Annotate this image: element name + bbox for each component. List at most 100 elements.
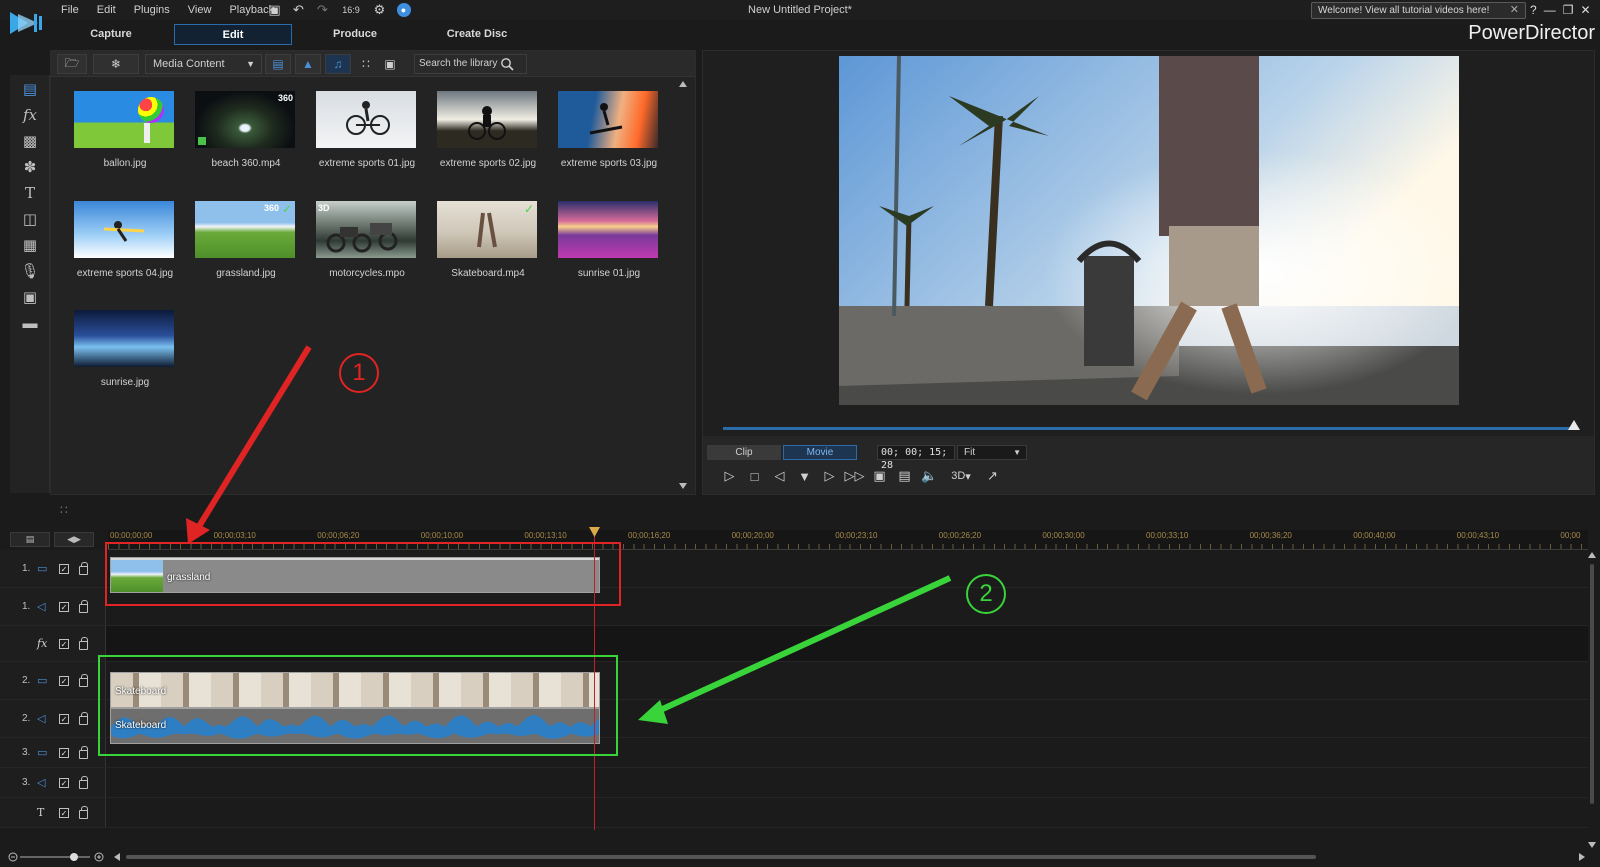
menu-view[interactable]: View xyxy=(179,0,221,20)
menu-plugins[interactable]: Plugins xyxy=(125,0,179,20)
chapter-room-icon[interactable]: ▣ xyxy=(19,287,41,307)
particle-room-icon[interactable]: ✽ xyxy=(19,157,41,177)
fx-room-icon[interactable]: fx xyxy=(19,105,41,125)
library-scrollbar[interactable] xyxy=(676,79,690,492)
welcome-banner[interactable]: Welcome! View all tutorial videos here! … xyxy=(1311,2,1526,19)
volume-icon[interactable]: 🔈 xyxy=(921,468,938,485)
library-menu-icon[interactable]: ▣ xyxy=(379,54,401,74)
media-item-label: extreme sports 03.jpg xyxy=(560,158,658,169)
pip-objects-room-icon[interactable]: ▩ xyxy=(19,131,41,151)
voice-over-room-icon[interactable]: 🎙 xyxy=(19,261,41,281)
subtitles-icon[interactable]: ▤ xyxy=(896,468,913,485)
media-item[interactable]: sunrise.jpg xyxy=(64,310,176,410)
media-item[interactable]: sunrise 01.jpg xyxy=(548,201,660,301)
lock-icon[interactable] xyxy=(79,562,88,575)
transition-room-icon[interactable]: ◫ xyxy=(19,209,41,229)
audio-mixing-room-icon[interactable]: ▦ xyxy=(19,235,41,255)
timecode-display[interactable]: 00; 00; 15; 28 xyxy=(877,445,955,471)
import-media-button[interactable]: 🗁 xyxy=(57,54,87,74)
tab-produce[interactable]: Produce xyxy=(296,24,414,45)
track-row-title[interactable]: T ✓ xyxy=(0,798,1588,828)
media-item[interactable]: extreme sports 02.jpg xyxy=(427,91,539,191)
ruler-tick-label: 00;00;13;10 xyxy=(524,531,567,540)
minimize-icon[interactable]: — xyxy=(1544,3,1556,17)
gear-icon[interactable]: ⚙ xyxy=(371,2,388,18)
undo-icon[interactable]: ↶ xyxy=(290,2,307,18)
scrub-handle[interactable] xyxy=(1568,420,1580,430)
subtitle-room-icon[interactable]: ▬ xyxy=(19,313,41,333)
media-item[interactable]: extreme sports 01.jpg xyxy=(306,91,418,191)
notification-icon[interactable]: ● xyxy=(395,2,412,18)
tab-capture[interactable]: Capture xyxy=(52,24,170,45)
track-enable-checkbox[interactable]: ✓ xyxy=(59,778,69,788)
media-item[interactable]: ballon.jpg xyxy=(64,91,176,191)
filter-video-button[interactable]: ▤ xyxy=(265,54,291,74)
stop-icon[interactable]: □ xyxy=(746,468,763,485)
restore-icon[interactable]: ❐ xyxy=(1563,3,1574,17)
media-content-select[interactable]: Media Content ▼ xyxy=(145,54,262,74)
lock-icon[interactable] xyxy=(79,746,88,759)
thumbnail-ballon xyxy=(74,91,174,148)
track-row-audio[interactable]: 3. ◁ ✓ xyxy=(0,768,1588,798)
clip-mode-tab[interactable]: Clip xyxy=(707,445,781,460)
plugins-button[interactable]: ❄ xyxy=(93,54,139,74)
media-item[interactable]: extreme sports 03.jpg xyxy=(548,91,660,191)
undock-icon[interactable]: ↗ xyxy=(984,468,1001,485)
highlight-box-two xyxy=(98,655,618,756)
split-icon[interactable]: ▼ xyxy=(796,468,813,485)
redo-icon[interactable]: ↷ xyxy=(314,2,331,18)
play-icon[interactable]: ▷ xyxy=(721,468,738,485)
media-item[interactable]: 360 beach 360.mp4 xyxy=(185,91,297,191)
tab-edit[interactable]: Edit xyxy=(174,24,292,45)
save-icon[interactable]: ▣ xyxy=(266,2,283,18)
track-enable-checkbox[interactable]: ✓ xyxy=(59,676,69,686)
playback-scrub-bar[interactable] xyxy=(723,427,1573,430)
track-enable-checkbox[interactable]: ✓ xyxy=(59,639,69,649)
media-item[interactable]: extreme sports 04.jpg xyxy=(64,201,176,301)
fast-forward-icon[interactable]: ▷▷ xyxy=(845,468,865,485)
lock-icon[interactable] xyxy=(79,637,88,650)
timeline-horizontal-scrollbar[interactable] xyxy=(112,852,1587,862)
close-window-icon[interactable]: ✕ xyxy=(1580,3,1590,17)
track-enable-checkbox[interactable]: ✓ xyxy=(59,564,69,574)
media-item-label: sunrise.jpg xyxy=(100,377,150,388)
media-item[interactable]: ✓ Skateboard.mp4 xyxy=(427,201,539,301)
menu-edit[interactable]: Edit xyxy=(88,0,125,20)
grid-view-icon[interactable]: ∷ xyxy=(355,54,377,74)
track-enable-checkbox[interactable]: ✓ xyxy=(59,602,69,612)
tab-create-disc[interactable]: Create Disc xyxy=(418,24,536,45)
ruler-tick-label: 00;00;23;10 xyxy=(835,531,878,540)
menu-file[interactable]: File xyxy=(52,0,88,20)
next-frame-icon[interactable]: ▷ xyxy=(821,468,838,485)
movie-mode-tab[interactable]: Movie xyxy=(783,445,857,460)
track-header: fx ✓ xyxy=(0,626,106,661)
media-item[interactable]: 360 ✓ grassland.jpg xyxy=(185,201,297,301)
track-enable-checkbox[interactable]: ✓ xyxy=(59,808,69,818)
lock-icon[interactable] xyxy=(79,806,88,819)
title-room-icon[interactable]: T xyxy=(19,183,41,203)
filter-audio-button[interactable]: ♫ xyxy=(325,54,351,74)
timeline-tool-icon[interactable]: ∷ xyxy=(60,503,68,517)
lock-icon[interactable] xyxy=(79,674,88,687)
track-enable-checkbox[interactable]: ✓ xyxy=(59,714,69,724)
help-icon[interactable]: ? xyxy=(1530,3,1537,17)
fit-timeline-icon[interactable]: ◀▶ xyxy=(54,532,94,547)
timeline-zoom-slider[interactable] xyxy=(8,851,104,863)
lock-icon[interactable] xyxy=(79,600,88,613)
track-manager-icon[interactable]: ▤ xyxy=(10,532,50,547)
media-room-icon[interactable]: ▤ xyxy=(19,79,41,99)
close-icon[interactable]: ✕ xyxy=(1510,3,1519,18)
aspect-ratio-button[interactable]: 16:9 xyxy=(338,2,364,18)
timeline-vertical-scrollbar[interactable] xyxy=(1587,550,1597,850)
lock-icon[interactable] xyxy=(79,776,88,789)
filter-image-button[interactable]: ▲ xyxy=(295,54,321,74)
3d-mode-button[interactable]: 3D ▾ xyxy=(946,468,976,485)
zoom-fit-select[interactable]: Fit ▼ xyxy=(957,445,1027,460)
track-enable-checkbox[interactable]: ✓ xyxy=(59,748,69,758)
previous-frame-icon[interactable]: ◁ xyxy=(771,468,788,485)
lock-icon[interactable] xyxy=(79,712,88,725)
thumbnail-motorcycles: 3D xyxy=(316,201,416,258)
snapshot-icon[interactable]: ▣ xyxy=(871,468,888,485)
search-icon[interactable] xyxy=(500,57,514,71)
media-item[interactable]: 3D motorcycles.mpo xyxy=(306,201,418,301)
